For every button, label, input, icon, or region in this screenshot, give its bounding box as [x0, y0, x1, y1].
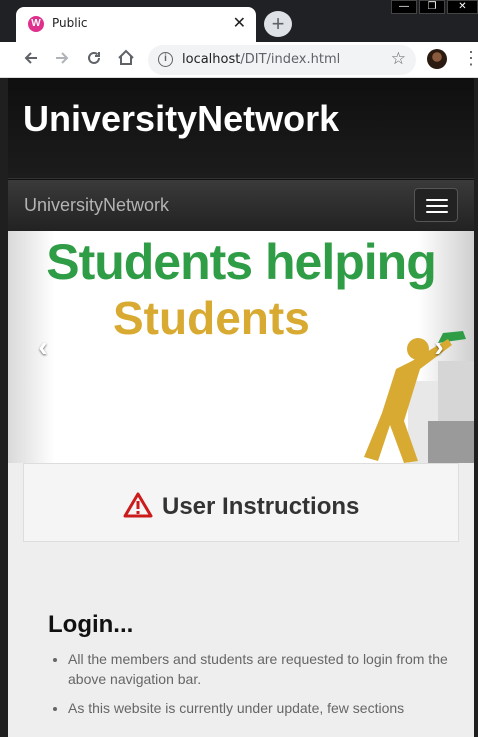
menu-kebab-icon[interactable]: ⋮ — [462, 48, 478, 70]
hamburger-bar-icon — [426, 205, 448, 207]
carousel-heading: Students helping — [46, 234, 437, 290]
warning-icon — [123, 492, 153, 518]
hamburger-bar-icon — [426, 199, 448, 201]
navbar-brand[interactable]: UniversityNetwork — [24, 195, 169, 216]
navbar: UniversityNetwork — [8, 179, 474, 231]
bookmark-star-icon[interactable]: ☆ — [391, 49, 406, 69]
web-page: UniversityNetwork UniversityNetwork Stud… — [8, 78, 474, 737]
instructions-list: All the members and students are request… — [28, 649, 448, 718]
window-close-icon[interactable]: ✕ — [447, 0, 478, 14]
carousel-prev-button[interactable]: ‹ — [28, 331, 58, 371]
maximize-icon[interactable]: ❐ — [419, 0, 445, 14]
site-header: UniversityNetwork — [8, 78, 474, 179]
forward-arrow-icon[interactable] — [51, 49, 73, 71]
address-bar[interactable]: i localhost/DIT/index.html ☆ — [148, 45, 416, 75]
image-carousel: Students helping Students ‹ › — [8, 231, 474, 463]
hamburger-bar-icon — [426, 211, 448, 213]
home-icon[interactable] — [115, 49, 137, 71]
instructions-panel: User Instructions — [23, 463, 459, 542]
browser-tab[interactable]: W Public ✕ — [16, 7, 256, 42]
url-text[interactable]: localhost/DIT/index.html — [182, 52, 340, 67]
url-host: localhost — [182, 52, 241, 67]
list-item: All the members and students are request… — [68, 649, 448, 689]
site-favicon-icon: W — [28, 16, 44, 32]
browser-titlebar: W Public ✕ + — ❐ ✕ — [0, 0, 478, 42]
tab-close-icon[interactable]: ✕ — [233, 13, 246, 33]
login-heading: Login... — [48, 611, 134, 638]
panel-title: User Instructions — [162, 493, 360, 520]
browser-toolbar: i localhost/DIT/index.html ☆ ⋮ — [0, 42, 478, 78]
back-arrow-icon[interactable] — [20, 49, 42, 71]
carousel-next-button[interactable]: › — [424, 331, 454, 371]
info-icon[interactable]: i — [158, 52, 173, 67]
reload-icon[interactable] — [83, 49, 105, 71]
carousel-subheading: Students — [113, 292, 310, 344]
profile-avatar[interactable] — [427, 49, 447, 69]
url-path: /DIT/index.html — [240, 52, 341, 67]
new-tab-button[interactable]: + — [264, 11, 292, 37]
site-title: UniversityNetwork — [23, 98, 340, 139]
list-item: As this website is currently under updat… — [68, 698, 448, 718]
tab-title: Public — [52, 16, 88, 30]
navbar-toggle-button[interactable] — [414, 188, 458, 222]
minimize-icon[interactable]: — — [391, 0, 417, 14]
login-section: Login... All the members and students ar… — [48, 611, 448, 727]
